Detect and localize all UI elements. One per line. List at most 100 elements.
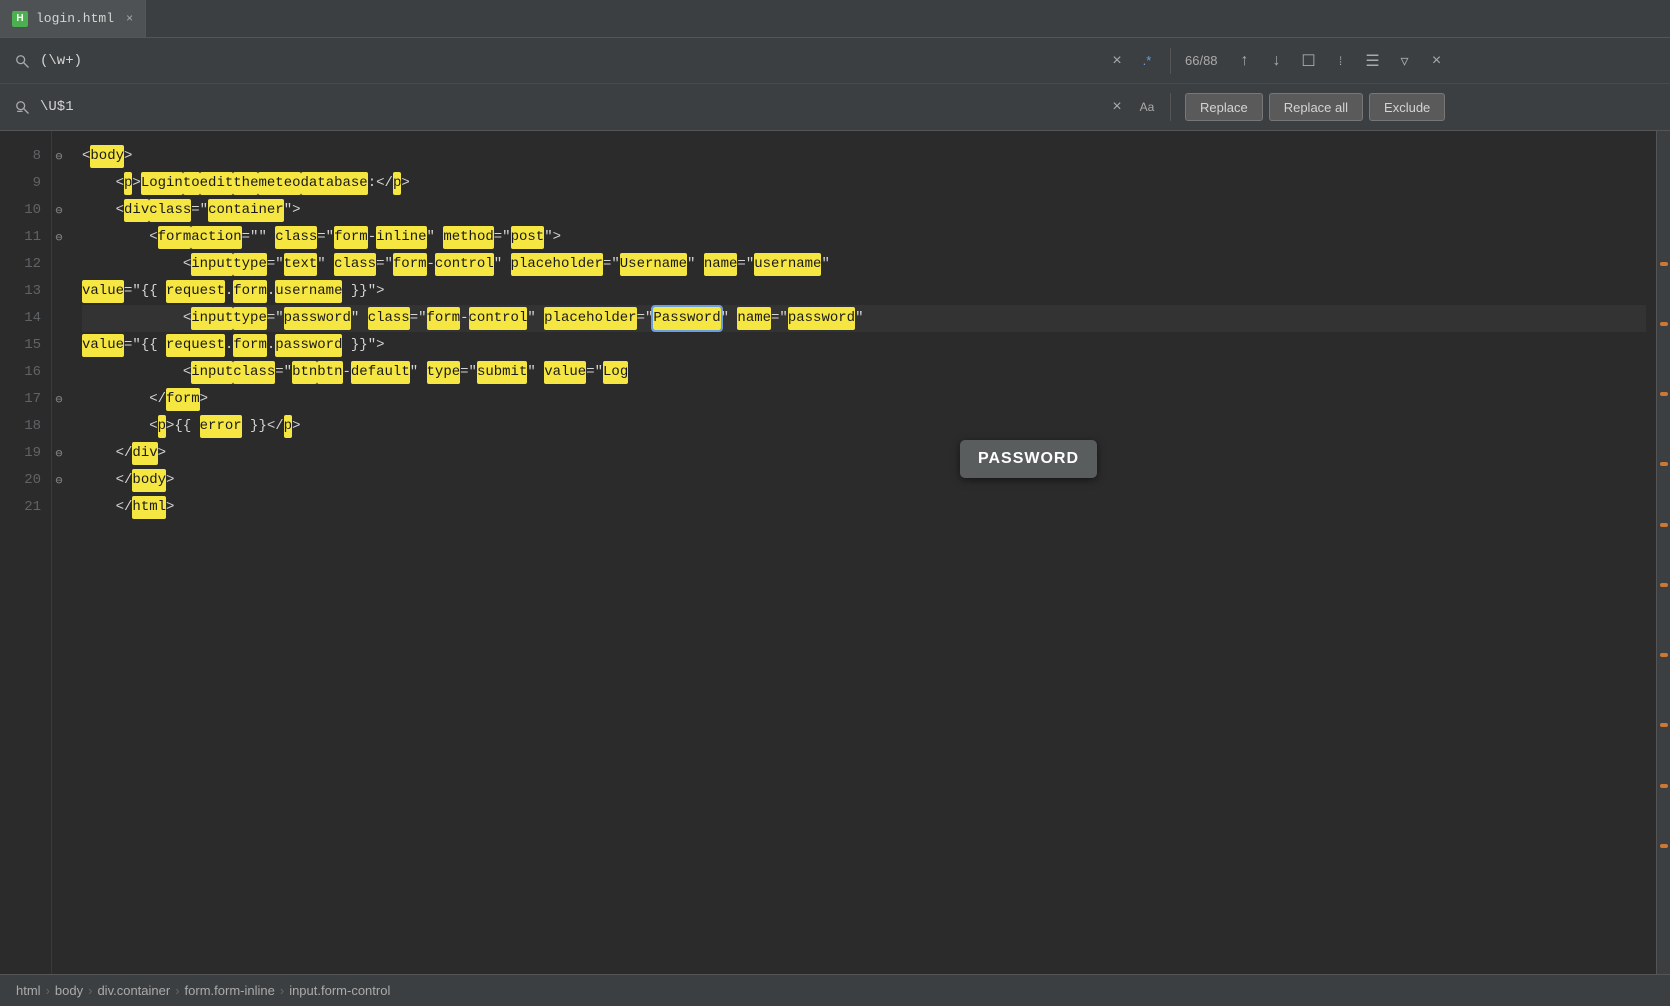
fold-icon[interactable]: ⊖	[52, 143, 66, 170]
line-number: 20	[0, 467, 41, 494]
tab-close-button[interactable]: ×	[126, 12, 133, 26]
line-number: 9	[0, 170, 41, 197]
find-left: × .*	[0, 48, 1170, 74]
scrollbar-marker	[1660, 844, 1668, 848]
breadcrumb-item[interactable]: input.form-control	[289, 983, 390, 998]
line-number: 18	[0, 413, 41, 440]
fold-icon	[52, 494, 66, 521]
breadcrumb-separator: ›	[46, 983, 50, 998]
line-number: 12	[0, 251, 41, 278]
scrollbar-marker	[1660, 784, 1668, 788]
find-icon	[10, 49, 34, 73]
replace-button[interactable]: Replace	[1185, 93, 1263, 121]
fold-icon	[52, 305, 66, 332]
editor-area: 89101112131415161718192021 ⊖⊖⊖⊖⊖⊖ <body>…	[0, 131, 1670, 975]
code-line[interactable]: <div class="container">	[82, 197, 1646, 224]
tab-label: login.html	[36, 11, 114, 26]
line-numbers: 89101112131415161718192021	[0, 131, 52, 975]
filter-button[interactable]: ▿	[1392, 48, 1418, 74]
fold-icon[interactable]: ⊖	[52, 386, 66, 413]
file-type-icon: H	[12, 11, 28, 27]
code-line[interactable]: </html>	[82, 494, 1646, 521]
replace-left: × Aa	[0, 94, 1170, 120]
scrollbar-marker	[1660, 322, 1668, 326]
scrollbar-marker	[1660, 583, 1668, 587]
line-number: 10	[0, 197, 41, 224]
regex-toggle-button[interactable]: .*	[1134, 48, 1160, 74]
tab-login-html[interactable]: H login.html ×	[0, 0, 146, 37]
fold-icon	[52, 251, 66, 278]
fold-icon[interactable]: ⊖	[52, 197, 66, 224]
next-match-button[interactable]: ↓	[1264, 48, 1290, 74]
code-line[interactable]: <p>{{ error }}</p>	[82, 413, 1646, 440]
fold-icon	[52, 278, 66, 305]
replace-row: × Aa Replace Replace all Exclude	[0, 84, 1670, 130]
sort-button[interactable]: ☰	[1360, 48, 1386, 74]
line-number: 13	[0, 278, 41, 305]
line-number: 17	[0, 386, 41, 413]
fold-icon[interactable]: ⊖	[52, 224, 66, 251]
code-line[interactable]: </div>	[82, 440, 1646, 467]
close-find-button[interactable]: ×	[1104, 48, 1130, 74]
line-number: 16	[0, 359, 41, 386]
preserve-case-button[interactable]: Aa	[1134, 94, 1160, 120]
fold-gutter: ⊖⊖⊖⊖⊖⊖	[52, 131, 72, 975]
breadcrumb-item[interactable]: body	[55, 983, 83, 998]
replace-icon	[10, 95, 34, 119]
breadcrumb-separator: ›	[175, 983, 179, 998]
scrollbar-marker	[1660, 723, 1668, 727]
breadcrumb-separator: ›	[280, 983, 284, 998]
code-line[interactable]: </body>	[82, 467, 1646, 494]
replace-all-button[interactable]: Replace all	[1269, 93, 1363, 121]
fold-icon	[52, 170, 66, 197]
code-line[interactable]: <p>Login to edit the meteo database:</p>	[82, 170, 1646, 197]
status-bar: html › body › div.container › form.form-…	[0, 974, 1670, 1006]
line-number: 8	[0, 143, 41, 170]
replace-buttons-area: Replace Replace all Exclude	[1170, 93, 1670, 121]
fold-icon[interactable]: ⊖	[52, 440, 66, 467]
right-scrollbar[interactable]	[1656, 131, 1670, 975]
fold-icon	[52, 413, 66, 440]
breadcrumb-item[interactable]: html	[16, 983, 41, 998]
line-number: 14	[0, 305, 41, 332]
replace-controls: × Aa	[1104, 94, 1160, 120]
close-search-button[interactable]: ×	[1424, 48, 1450, 74]
fold-icon	[52, 359, 66, 386]
scrollbar-marker	[1660, 392, 1668, 396]
breadcrumb-separator: ›	[88, 983, 92, 998]
fold-icon	[52, 332, 66, 359]
code-line[interactable]: </form>	[82, 386, 1646, 413]
code-editor[interactable]: <body> <p>Login to edit the meteo databa…	[72, 131, 1656, 975]
match-count: 66/88	[1185, 53, 1218, 68]
replace-input[interactable]	[40, 99, 1098, 115]
scrollbar-marker	[1660, 653, 1668, 657]
search-replace-panel: × .* 66/88 ↑ ↓ ☐ ⁞ ☰ ▿ ×	[0, 38, 1670, 131]
exclude-button[interactable]: Exclude	[1369, 93, 1445, 121]
scrollbar-marker	[1660, 262, 1668, 266]
code-line[interactable]: <form action="" class="form-inline" meth…	[82, 224, 1646, 251]
close-replace-button[interactable]: ×	[1104, 94, 1130, 120]
code-line[interactable]: <input type="text" class="form-control" …	[82, 251, 1646, 278]
code-line[interactable]: value="{{ request.form.password }}">	[82, 332, 1646, 359]
find-right-controls: 66/88 ↑ ↓ ☐ ⁞ ☰ ▿ ×	[1170, 48, 1670, 74]
show-context-button[interactable]: ☐	[1296, 48, 1322, 74]
line-number: 11	[0, 224, 41, 251]
tab-bar: H login.html ×	[0, 0, 1670, 38]
code-line[interactable]: <input type="password" class="form-contr…	[82, 305, 1646, 332]
line-number: 19	[0, 440, 41, 467]
scrollbar-marker	[1660, 523, 1668, 527]
breadcrumb-item[interactable]: div.container	[97, 983, 170, 998]
code-line[interactable]: <body>	[82, 143, 1646, 170]
line-number: 21	[0, 494, 41, 521]
find-row: × .* 66/88 ↑ ↓ ☐ ⁞ ☰ ▿ ×	[0, 38, 1670, 84]
fold-icon[interactable]: ⊖	[52, 467, 66, 494]
line-number: 15	[0, 332, 41, 359]
scrollbar-marker	[1660, 462, 1668, 466]
prev-match-button[interactable]: ↑	[1232, 48, 1258, 74]
breadcrumb-item[interactable]: form.form-inline	[185, 983, 275, 998]
code-line[interactable]: value="{{ request.form.username }}">	[82, 278, 1646, 305]
code-line[interactable]: <input class="btn btn-default" type="sub…	[82, 359, 1646, 386]
find-controls: × .*	[1104, 48, 1160, 74]
multiline-button[interactable]: ⁞	[1328, 48, 1354, 74]
find-input[interactable]	[40, 53, 1098, 69]
